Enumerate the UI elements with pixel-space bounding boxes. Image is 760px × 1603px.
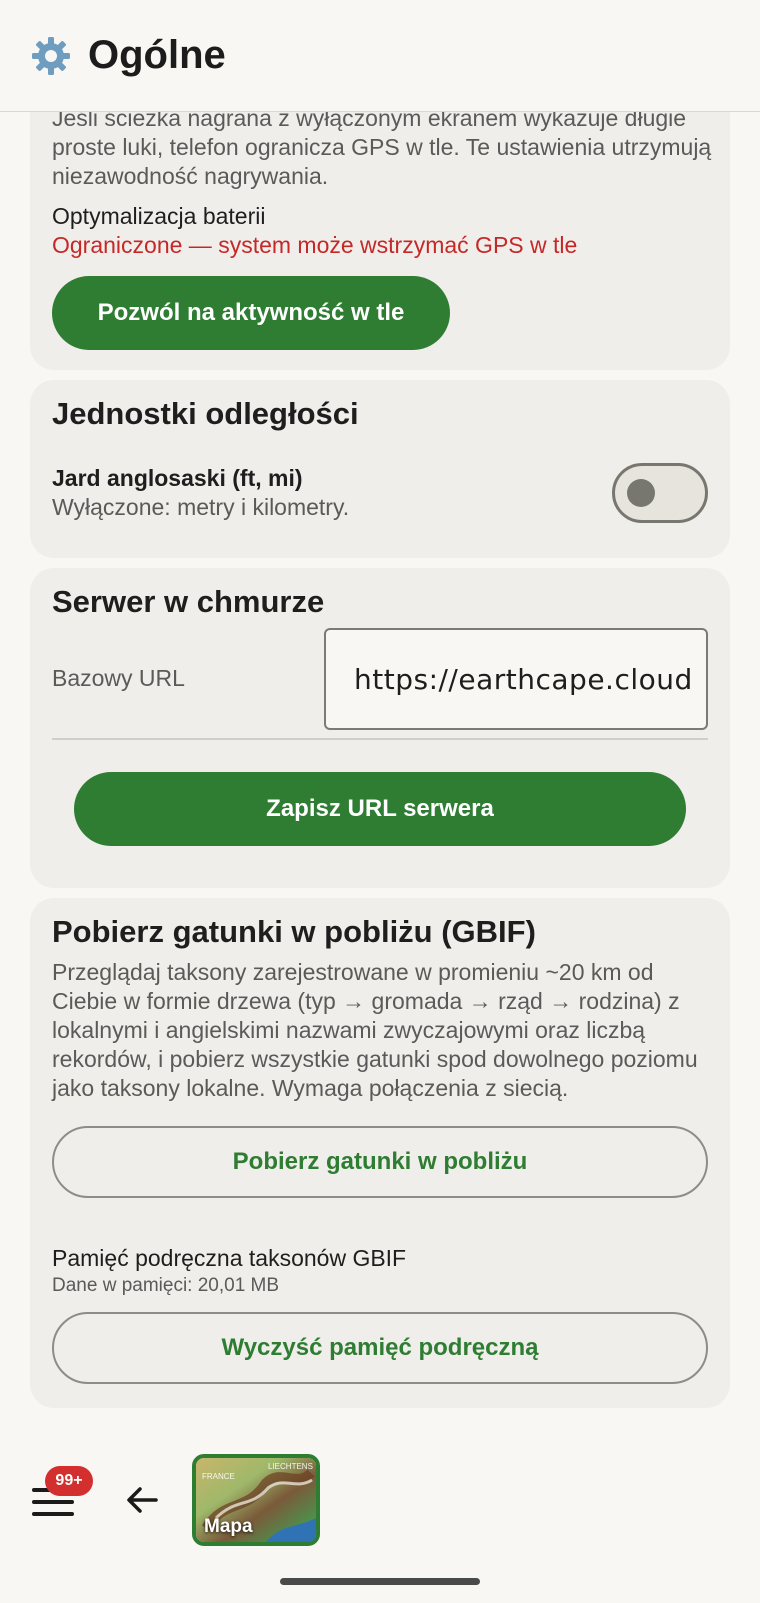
map-thumbnail-button[interactable]: FRANCE LIECHTENS Mapa (192, 1454, 320, 1546)
app-header: Ogólne (0, 0, 760, 112)
battery-status: Ograniczone — system może wstrzymać GPS … (52, 232, 578, 258)
back-arrow-icon[interactable] (122, 1480, 162, 1520)
home-indicator[interactable] (280, 1578, 480, 1585)
distance-units-card: Jednostki odległości Jard anglosaski (ft… (30, 380, 730, 558)
imperial-units-toggle[interactable] (612, 463, 708, 523)
gbif-cache-size: Dane w pamięci: 20,01 MB (52, 1275, 280, 1296)
battery-label: Optymalizacja baterii (52, 203, 266, 229)
base-url-label: Bazowy URL (52, 665, 185, 691)
gbif-description: Przeglądaj taksony zarejestrowane w prom… (52, 959, 698, 1101)
save-server-url-button[interactable]: Zapisz URL serwera (74, 772, 686, 846)
bottom-bar: 99+ FRANCE LIECHTENS Mapa (0, 1440, 760, 1560)
toggle-knob (627, 479, 655, 507)
imperial-option-subtitle: Wyłączone: metry i kilometry. (52, 494, 350, 520)
base-url-input[interactable]: https://earthcape.cloud (324, 628, 708, 730)
map-label: Mapa (204, 1516, 253, 1537)
gbif-card: Pobierz gatunki w pobliżu (GBIF) Przeglą… (30, 898, 730, 1408)
notification-badge: 99+ (45, 1466, 93, 1496)
page-title: Ogólne (88, 33, 226, 77)
gbif-cache-title: Pamięć podręczna taksonów GBIF (52, 1245, 407, 1271)
units-title: Jednostki odległości (52, 396, 359, 431)
background-intro-text: Jeśli ścieżka nagrana z wyłączonym ekran… (52, 105, 712, 189)
cloud-server-card: Serwer w chmurze Bazowy URL https://eart… (30, 568, 730, 888)
clear-cache-button[interactable]: Wyczyść pamięć podręczną (52, 1312, 708, 1384)
map-label-france: FRANCE (202, 1472, 235, 1481)
allow-background-button[interactable]: Pozwól na aktywność w tle (52, 276, 450, 350)
fetch-nearby-species-button[interactable]: Pobierz gatunki w pobliżu (52, 1126, 708, 1198)
gbif-title: Pobierz gatunki w pobliżu (GBIF) (52, 914, 536, 949)
map-label-liechtenstein: LIECHTENS (268, 1462, 313, 1471)
url-divider (52, 738, 708, 740)
imperial-option-title: Jard anglosaski (ft, mi) (52, 465, 303, 491)
gear-icon (32, 36, 70, 75)
cloud-title: Serwer w chmurze (52, 584, 325, 619)
